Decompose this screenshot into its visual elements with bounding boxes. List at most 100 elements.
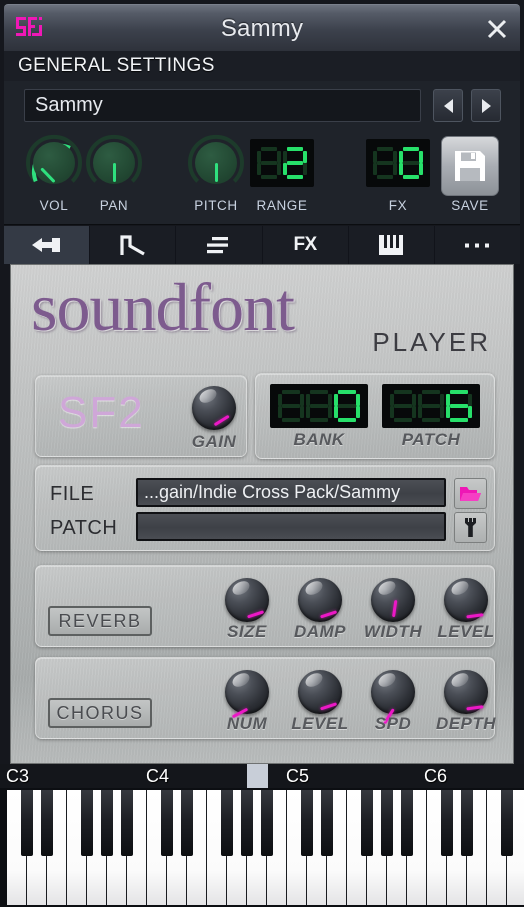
black-key[interactable] <box>461 790 473 856</box>
black-key[interactable] <box>241 790 253 856</box>
reverb-level-knob[interactable] <box>444 578 488 622</box>
black-key[interactable] <box>41 790 53 856</box>
black-key[interactable] <box>301 790 313 856</box>
black-key[interactable] <box>121 790 133 856</box>
floppy-disk-icon <box>455 151 485 181</box>
led-segment <box>287 147 303 151</box>
led-segment <box>440 394 444 406</box>
led-segment <box>310 404 328 408</box>
led-segment <box>338 390 356 394</box>
led-segment <box>394 404 412 408</box>
general-settings-header: GENERAL SETTINGS <box>4 51 520 81</box>
reverb-damp-knob[interactable] <box>298 578 342 622</box>
led-segment <box>283 163 287 175</box>
pan-knob[interactable] <box>84 133 144 193</box>
led-segment <box>450 404 468 408</box>
patch-number-label: PATCH <box>401 430 461 449</box>
led-segment <box>412 394 416 406</box>
led-segment <box>338 418 356 422</box>
seven-segment-digit <box>446 390 472 422</box>
led-segment <box>394 390 412 394</box>
black-key[interactable] <box>181 790 193 856</box>
octave-label: C3 <box>6 766 30 786</box>
chorus-num-knob[interactable] <box>225 670 269 719</box>
tab-more[interactable] <box>435 226 520 264</box>
file-label: FILE <box>50 483 95 505</box>
led-segment <box>468 406 472 418</box>
pan-label: PAN <box>99 198 129 213</box>
led-segment <box>403 175 419 179</box>
led-segment <box>377 161 393 165</box>
preset-next-button[interactable] <box>471 89 501 122</box>
tab-plugin[interactable] <box>4 226 91 264</box>
octave-label: C4 <box>146 766 170 786</box>
led-segment <box>373 163 377 175</box>
led-segment <box>418 406 422 418</box>
pitch-knob[interactable] <box>186 133 246 193</box>
octave-label: C5 <box>286 766 310 786</box>
black-key[interactable] <box>381 790 393 856</box>
patch-name-field[interactable] <box>136 512 446 541</box>
general-settings-panel: Sammy VOL PAN PITCH RANGE FX SAVE <box>4 81 520 225</box>
seven-segment-digit <box>390 390 416 422</box>
triangle-left-icon <box>443 98 453 113</box>
black-key[interactable] <box>441 790 453 856</box>
envelope-icon <box>120 235 145 256</box>
tab-envelope[interactable] <box>90 226 177 264</box>
black-key[interactable] <box>81 790 93 856</box>
plugin-panel: soundfont PLAYER SF2 GAIN BANK PATCH FIL… <box>10 264 514 764</box>
file-browse-button[interactable] <box>454 478 487 509</box>
reverb-toggle-button[interactable]: REVERB <box>48 606 152 636</box>
tab-keyboard[interactable] <box>349 226 435 264</box>
led-segment <box>338 404 356 408</box>
vol-knob-cap <box>33 142 75 184</box>
black-key[interactable] <box>161 790 173 856</box>
bank-display[interactable] <box>270 384 368 428</box>
save-button[interactable] <box>441 136 499 196</box>
chorus-spd-knob[interactable] <box>371 670 415 725</box>
folder-icon <box>460 487 481 501</box>
led-segment <box>261 175 277 179</box>
gain-knob[interactable] <box>192 386 236 430</box>
tab-mixer[interactable] <box>176 226 263 264</box>
piano-keys[interactable] <box>0 788 524 907</box>
keyboard-scroll-marker[interactable] <box>247 764 268 788</box>
black-key[interactable] <box>401 790 413 856</box>
fx-display[interactable] <box>366 139 430 187</box>
led-segment <box>377 175 393 179</box>
sf2-gain-group: SF2 GAIN <box>35 375 247 457</box>
black-key[interactable] <box>261 790 273 856</box>
patch-number-display[interactable] <box>382 384 480 428</box>
led-segment <box>328 406 332 418</box>
led-segment <box>419 163 423 175</box>
file-path-field[interactable]: ...gain/Indie Cross Pack/Sammy <box>136 478 446 507</box>
patch-label: PATCH <box>50 517 118 539</box>
black-key[interactable] <box>101 790 113 856</box>
chorus-depth-knob[interactable] <box>444 670 488 714</box>
led-segment <box>450 418 468 422</box>
black-key[interactable] <box>321 790 333 856</box>
chorus-level-knob[interactable] <box>298 670 342 714</box>
reverb-size-knob[interactable] <box>225 578 269 622</box>
preset-prev-button[interactable] <box>433 89 463 122</box>
chorus-toggle-button[interactable]: CHORUS <box>48 698 152 728</box>
range-display[interactable] <box>250 139 314 187</box>
led-segment <box>277 163 281 175</box>
vol-knob[interactable] <box>24 133 84 193</box>
led-segment <box>403 161 419 165</box>
octave-label-bar[interactable]: C3 C4 C5 C6 <box>0 764 524 788</box>
led-segment <box>287 161 303 165</box>
black-key[interactable] <box>501 790 513 856</box>
octave-label: C6 <box>424 766 448 786</box>
black-key[interactable] <box>361 790 373 856</box>
led-segment <box>403 147 419 151</box>
patch-tool-button[interactable] <box>454 512 487 543</box>
tab-fx[interactable]: FX <box>263 226 349 264</box>
black-key[interactable] <box>21 790 33 856</box>
file-patch-group: FILE ...gain/Indie Cross Pack/Sammy PATC… <box>35 465 495 551</box>
close-icon[interactable] <box>484 16 510 42</box>
black-key[interactable] <box>221 790 233 856</box>
reverb-width-knob[interactable] <box>371 578 415 622</box>
preset-name-input[interactable]: Sammy <box>24 89 421 122</box>
led-segment <box>393 163 397 175</box>
